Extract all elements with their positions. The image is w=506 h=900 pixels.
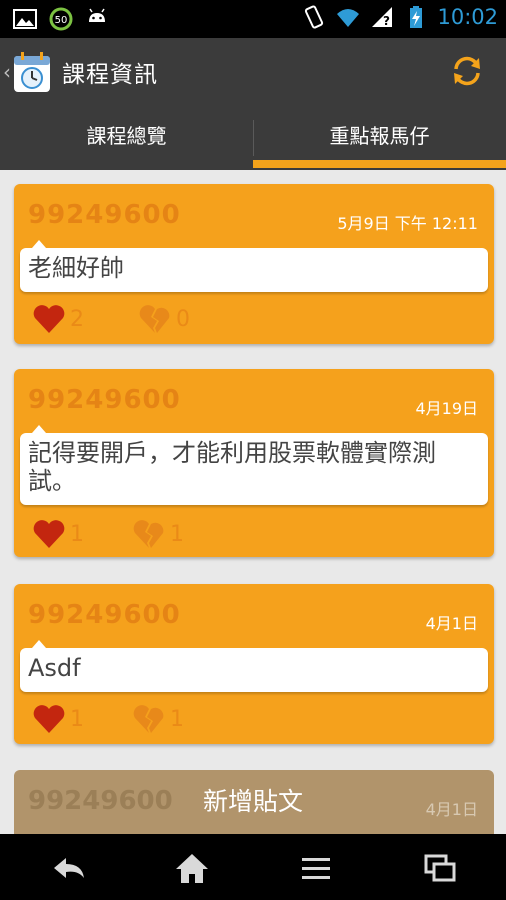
tab-indicator (253, 160, 506, 168)
like-button[interactable]: 1 (32, 704, 84, 734)
bubble-tip (32, 425, 46, 433)
post-user: 99249600 (28, 385, 181, 415)
dislike-count: 1 (170, 706, 184, 732)
post-card[interactable]: 99249600 4月19日 記得要開戶，才能利用股票軟體實際測試。 1 1 (14, 369, 494, 557)
post-text: Asdf (28, 654, 81, 682)
post-content: 老細好帥 (20, 240, 488, 292)
post-date: 5月9日 下午 12:11 (337, 214, 478, 233)
post-user: 99249600 (28, 200, 181, 230)
home-icon[interactable] (172, 850, 212, 886)
android-icon (89, 8, 105, 22)
recent-apps-icon[interactable] (420, 850, 460, 886)
like-count: 2 (70, 306, 84, 332)
post-text: 老細好帥 (28, 254, 124, 282)
broken-heart-icon (133, 705, 164, 733)
signal-icon: ? (372, 7, 393, 28)
dislike-count: 0 (176, 306, 190, 332)
dislike-button[interactable]: 1 (132, 704, 184, 734)
post-date: 4月1日 (425, 614, 478, 633)
like-count: 1 (70, 706, 84, 732)
like-count: 1 (70, 521, 84, 547)
image-icon (13, 9, 37, 29)
navigation-bar (0, 834, 506, 900)
action-bar: ‹ 課程資訊 (0, 38, 506, 106)
dislike-count: 1 (170, 521, 184, 547)
refresh-icon[interactable] (450, 54, 484, 88)
up-chevron-icon[interactable]: ‹ (3, 60, 11, 84)
calendar-clock-icon[interactable] (12, 50, 52, 94)
post-text: 記得要開戶，才能利用股票軟體實際測試。 (28, 439, 436, 495)
page-title: 課程資訊 (62, 62, 158, 88)
broken-heart-icon (133, 520, 164, 548)
heart-icon (33, 305, 65, 333)
vibrate-icon (305, 5, 324, 29)
bubble-tip (32, 240, 46, 248)
post-content: Asdf (20, 640, 488, 692)
wifi-icon (337, 9, 360, 27)
post-user: 99249600 (28, 600, 181, 630)
svg-text:50: 50 (55, 15, 68, 26)
clock: 10:02 (437, 5, 498, 29)
new-post-button[interactable]: 新增貼文 (0, 772, 506, 832)
post-card[interactable]: 99249600 5月9日 下午 12:11 老細好帥 2 0 (14, 184, 494, 344)
battery-charging-icon (410, 6, 423, 28)
dislike-button[interactable]: 0 (138, 304, 190, 334)
bubble-tip (32, 640, 46, 648)
status-bar: 50 ? 10:02 (0, 0, 506, 38)
heart-icon (33, 520, 65, 548)
tab-course-overview[interactable]: 課程總覽 (0, 106, 253, 170)
like-button[interactable]: 2 (32, 304, 84, 334)
dislike-button[interactable]: 1 (132, 519, 184, 549)
heart-icon (33, 705, 65, 733)
data-usage-icon: 50 (49, 7, 73, 31)
post-date: 4月19日 (415, 399, 478, 418)
back-icon[interactable] (50, 850, 90, 886)
menu-icon[interactable] (296, 850, 336, 886)
post-content: 記得要開戶，才能利用股票軟體實際測試。 (20, 425, 488, 505)
post-card[interactable]: 99249600 4月1日 Asdf 1 1 (14, 584, 494, 744)
svg-text:?: ? (383, 14, 390, 28)
broken-heart-icon (139, 305, 170, 333)
like-button[interactable]: 1 (32, 519, 84, 549)
